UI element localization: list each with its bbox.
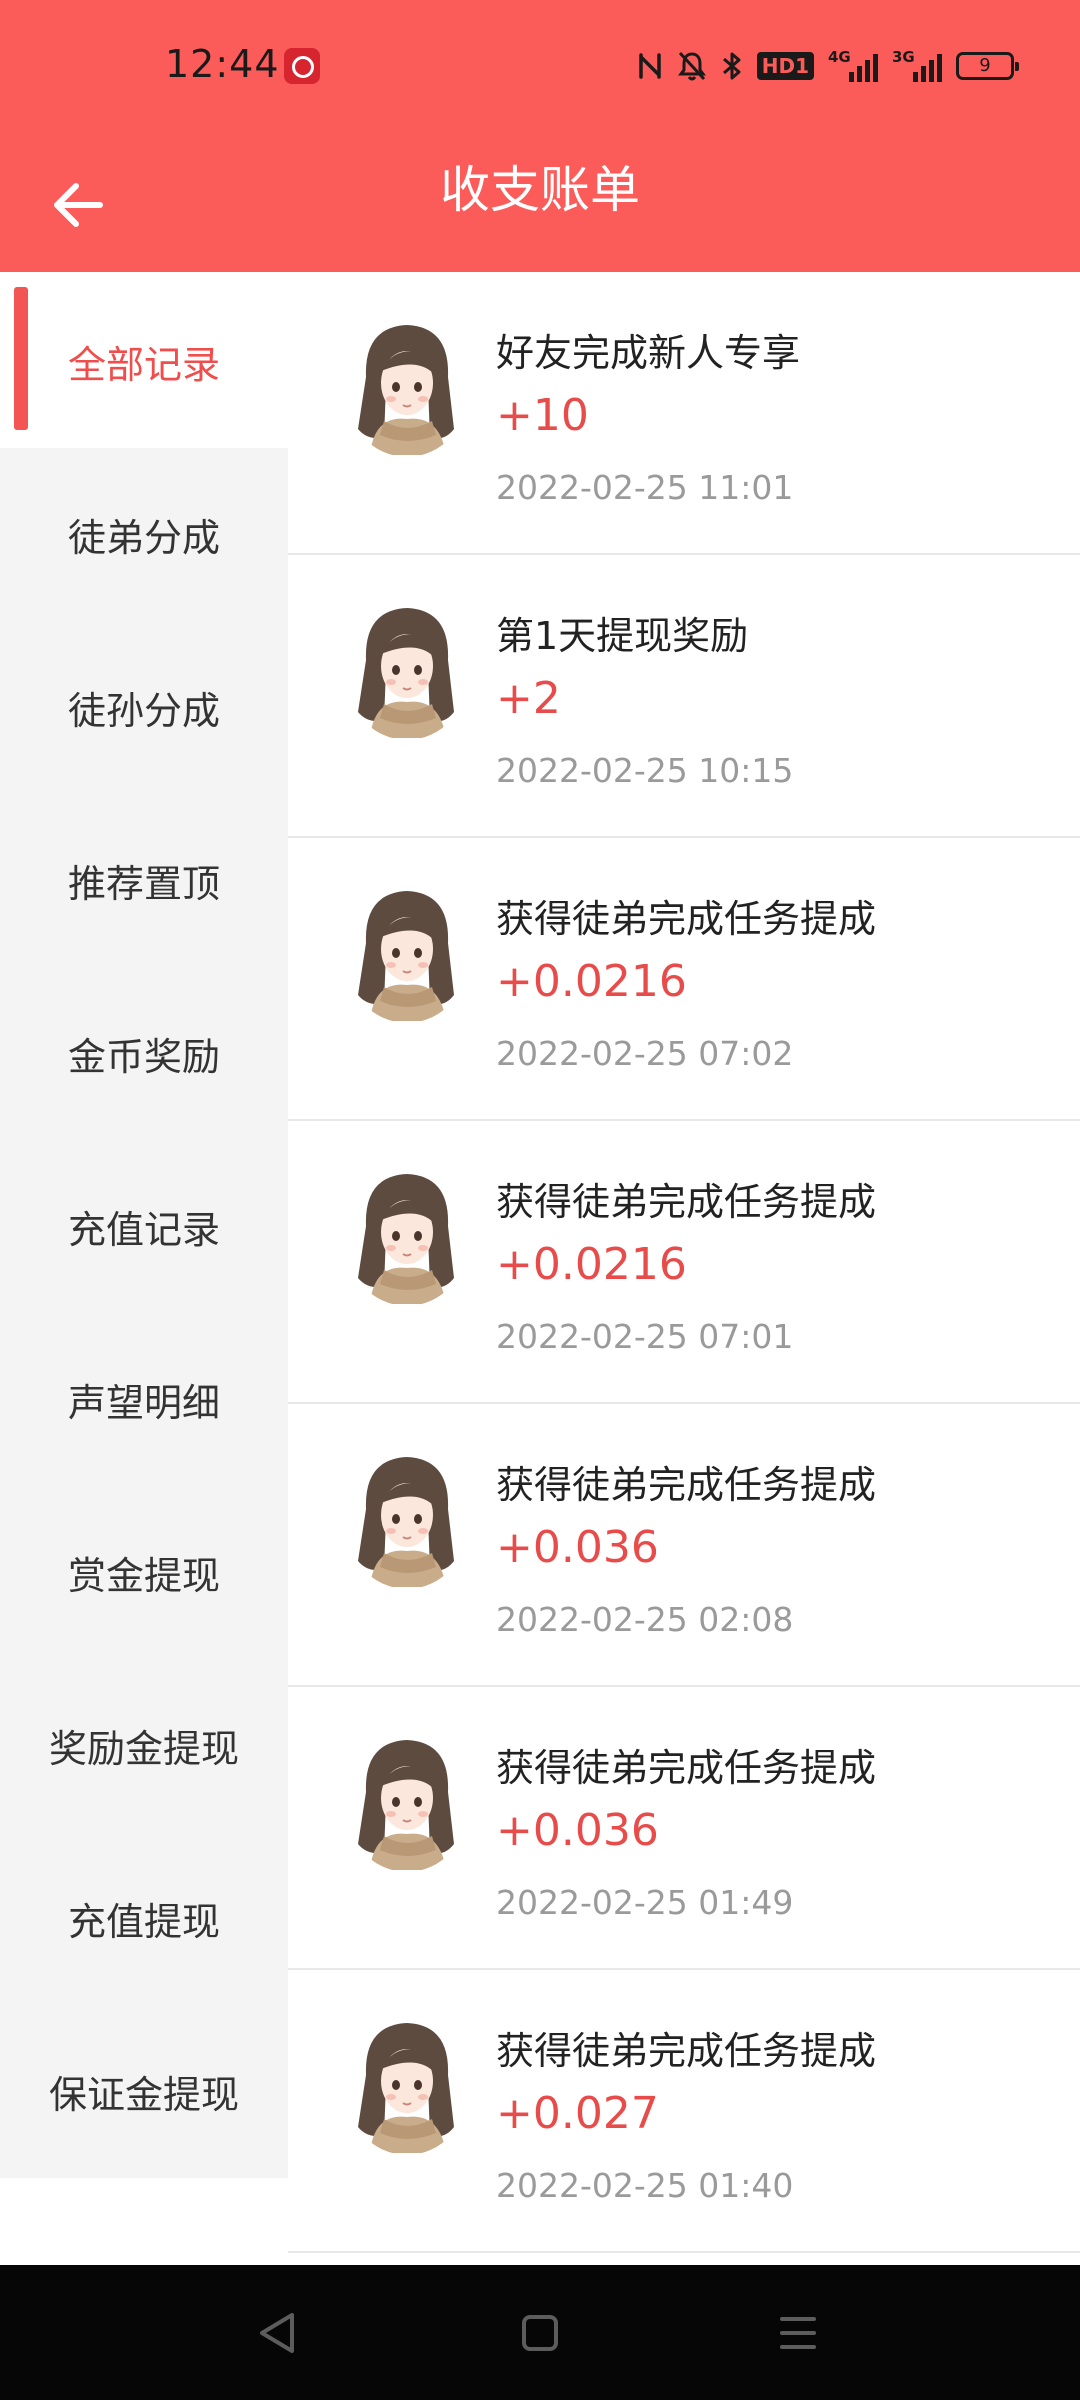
record-title: 获得徒弟完成任务提成 [496, 2029, 877, 2073]
mute-icon [677, 51, 706, 81]
record-row[interactable]: 获得徒弟完成任务提成 +0.027 2022-02-25 01:40 [288, 1970, 1080, 2253]
record-amount: +0.0216 [496, 956, 687, 1007]
record-amount: +0.036 [496, 1522, 659, 1573]
user-avatar-icon [344, 324, 470, 455]
network-type-2: 3G [892, 48, 915, 66]
sidebar-item-grand-apprentice-share[interactable]: 徒孙分成 [0, 621, 288, 794]
record-time: 2022-02-25 02:08 [496, 1600, 794, 1639]
user-avatar-icon [344, 1456, 470, 1587]
avatar [344, 317, 470, 457]
back-triangle-icon [260, 2313, 294, 2353]
sidebar-item-reputation-detail[interactable]: 声望明细 [0, 1313, 288, 1486]
sidebar-item-label: 赏金提现 [67, 1554, 220, 1598]
record-row[interactable]: 获得徒弟完成任务提成 +0.036 2022-02-25 01:49 [288, 1687, 1080, 1970]
record-amount: +0.0216 [496, 1239, 687, 1290]
status-icons: HD1 4G 3G 9 [637, 46, 1019, 86]
record-title: 获得徒弟完成任务提成 [496, 1463, 877, 1507]
record-time: 2022-02-25 07:01 [496, 1317, 794, 1356]
record-title: 获得徒弟完成任务提成 [496, 897, 877, 941]
status-time: 12:44 [165, 42, 280, 86]
hd-icon: HD1 [756, 52, 814, 80]
bluetooth-icon [722, 52, 741, 80]
user-avatar-icon [344, 890, 470, 1021]
record-title: 获得徒弟完成任务提成 [496, 1180, 877, 1224]
app-header: 收支账单 [0, 135, 1080, 272]
record-time: 2022-02-25 07:02 [496, 1034, 794, 1073]
record-time: 2022-02-25 10:15 [496, 751, 794, 790]
sidebar-item-coin-reward[interactable]: 金币奖励 [0, 967, 288, 1140]
sidebar-item-all-records[interactable]: 全部记录 [0, 275, 288, 448]
network-type-1: 4G [828, 48, 851, 66]
sidebar-item-recharge-records[interactable]: 充值记录 [0, 1140, 288, 1313]
record-time: 2022-02-25 01:49 [496, 1883, 794, 1922]
sidebar-item-label: 徒孙分成 [67, 689, 220, 733]
sidebar-item-label: 奖励金提现 [48, 1727, 239, 1771]
nav-menu-button[interactable] [760, 2295, 836, 2371]
user-avatar-icon [344, 1173, 470, 1304]
record-row[interactable]: 获得徒弟完成任务提成 +0.0216 2022-02-25 07:02 [288, 838, 1080, 1121]
avatar [344, 883, 470, 1023]
avatar [344, 1449, 470, 1589]
signal-3g-icon: 3G [892, 48, 942, 84]
sidebar-item-label: 徒弟分成 [67, 516, 220, 560]
sidebar-item-label: 充值提现 [67, 1900, 220, 1944]
avatar [344, 1732, 470, 1872]
record-row[interactable]: 获得徒弟完成任务提成 +0.036 2022-02-25 02:08 [288, 1404, 1080, 1687]
record-amount: +0.036 [496, 1805, 659, 1856]
record-row[interactable]: 好友完成新人专享 +10 2022-02-25 11:01 [288, 272, 1080, 555]
record-amount: +10 [496, 390, 589, 441]
home-square-icon [522, 2315, 558, 2351]
sidebar-item-recharge-withdraw[interactable]: 充值提现 [0, 1832, 288, 2005]
sidebar-item-recommend-pin[interactable]: 推荐置顶 [0, 794, 288, 967]
bank-icon [284, 48, 320, 84]
status-bar: 12:44 HD1 4G 3G 9 [0, 0, 1080, 135]
nav-home-button[interactable] [502, 2295, 578, 2371]
sidebar-item-bounty-withdraw[interactable]: 赏金提现 [0, 1486, 288, 1659]
sidebar-item-label: 声望明细 [67, 1381, 220, 1425]
battery-icon: 9 [956, 52, 1019, 80]
back-button[interactable] [40, 165, 120, 245]
record-time: 2022-02-25 01:40 [496, 2166, 794, 2205]
nfc-icon [638, 53, 661, 79]
record-title: 第1天提现奖励 [496, 614, 749, 658]
arrow-left-icon [54, 183, 103, 227]
avatar [344, 2015, 470, 2155]
user-avatar-icon [344, 2022, 470, 2153]
record-title: 好友完成新人专享 [496, 331, 801, 375]
sidebar-item-deposit-withdraw[interactable]: 保证金提现 [0, 2005, 288, 2178]
record-time: 2022-02-25 11:01 [496, 468, 794, 507]
user-avatar-icon [344, 1739, 470, 1870]
sidebar-item-reward-withdraw[interactable]: 奖励金提现 [0, 1659, 288, 1832]
sidebar-item-apprentice-share[interactable]: 徒弟分成 [0, 448, 288, 621]
navigation-bar [0, 2265, 1080, 2400]
record-title: 获得徒弟完成任务提成 [496, 1746, 877, 1790]
record-list[interactable]: 好友完成新人专享 +10 2022-02-25 11:01 第1天提现奖励 +2 2022… [288, 272, 1080, 2264]
avatar [344, 1166, 470, 1306]
record-amount: +0.027 [496, 2088, 659, 2139]
user-avatar-icon [344, 607, 470, 738]
record-row[interactable]: 获得徒弟完成任务提成 +0.0216 2022-02-25 07:01 [288, 1121, 1080, 1404]
sidebar-item-label: 全部记录 [67, 343, 220, 387]
record-row[interactable]: 第1天提现奖励 +2 2022-02-25 10:15 [288, 555, 1080, 838]
signal-4g-icon: 4G [828, 48, 878, 84]
menu-lines-icon [780, 2317, 816, 2349]
sidebar-item-label: 金币奖励 [67, 1035, 220, 1079]
avatar [344, 600, 470, 740]
page-title: 收支账单 [440, 161, 640, 219]
sidebar-item-label: 保证金提现 [48, 2073, 239, 2117]
category-sidebar: 全部记录徒弟分成徒孙分成推荐置顶金币奖励充值记录声望明细赏金提现奖励金提现充值提… [0, 272, 288, 2178]
sidebar-item-label: 充值记录 [67, 1208, 220, 1252]
record-amount: +2 [496, 673, 561, 724]
sidebar-item-label: 推荐置顶 [67, 862, 220, 906]
nav-back-button[interactable] [242, 2295, 318, 2371]
